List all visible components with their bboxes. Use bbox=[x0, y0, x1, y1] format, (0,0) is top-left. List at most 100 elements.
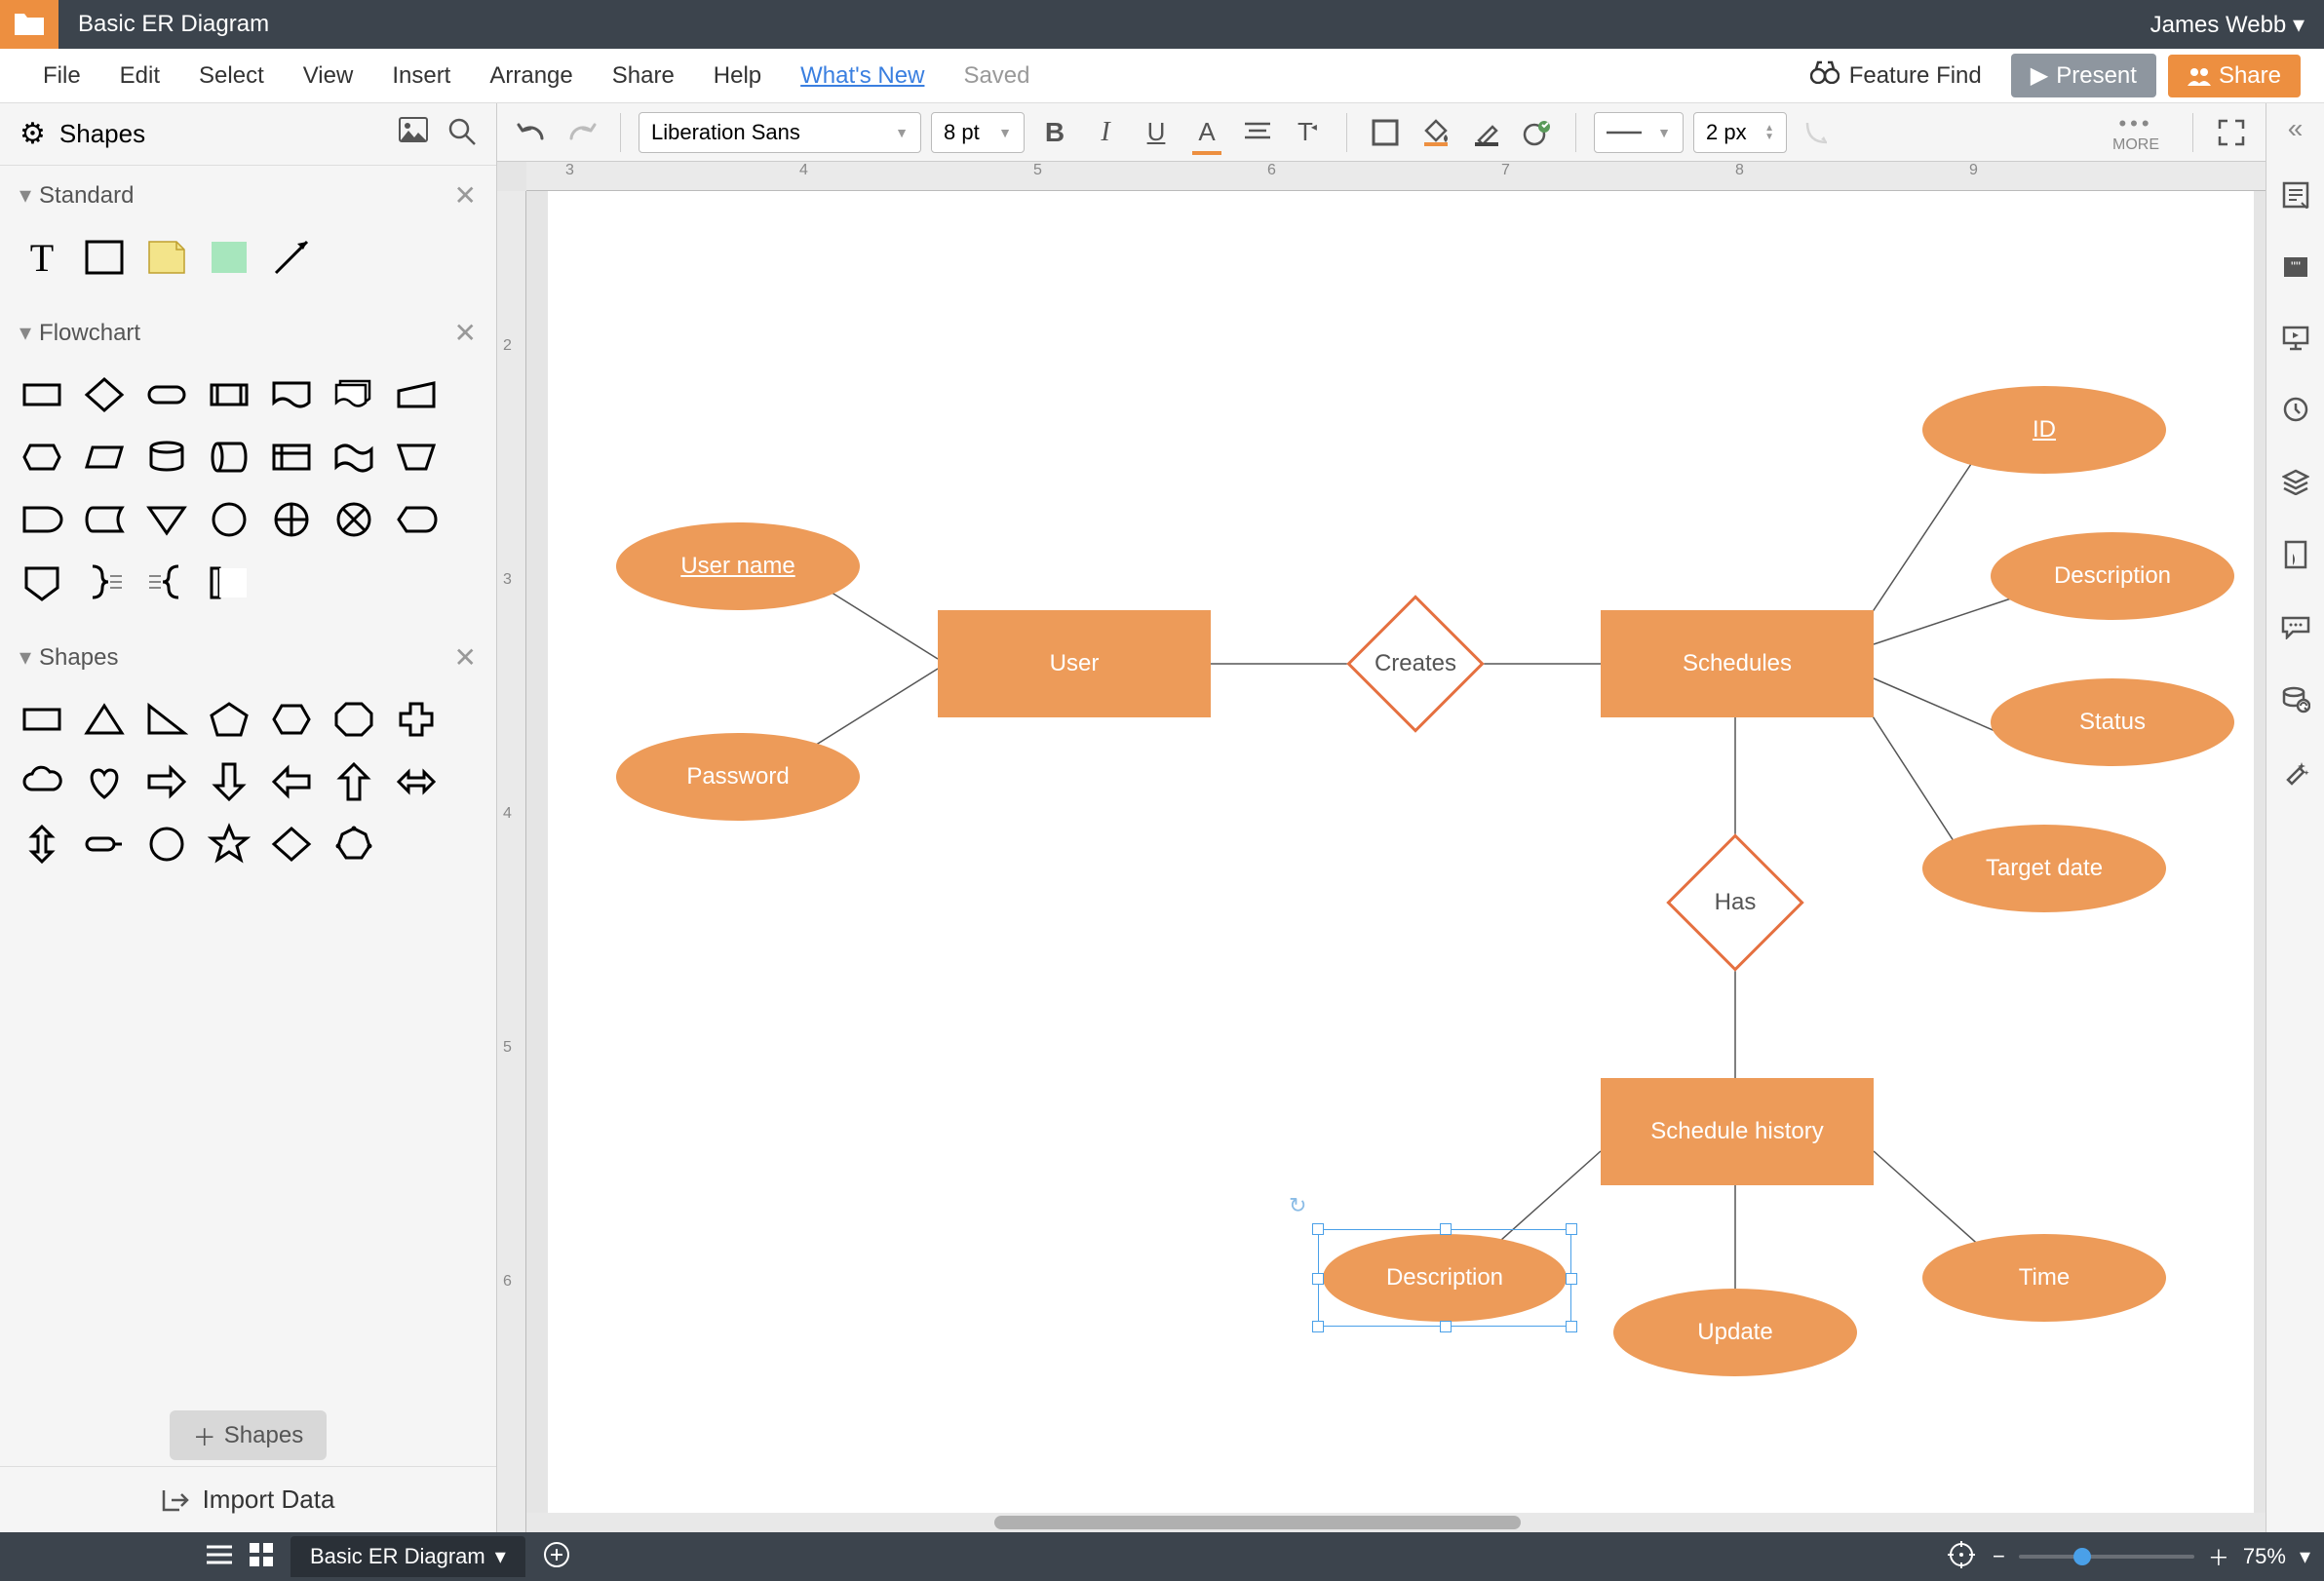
fc-internalstorage[interactable] bbox=[269, 435, 314, 480]
shape-cross[interactable] bbox=[394, 697, 439, 742]
font-color-button[interactable]: A bbox=[1186, 112, 1227, 153]
shape-arrow-left2[interactable] bbox=[269, 759, 314, 804]
align-button[interactable] bbox=[1237, 112, 1278, 153]
layers-icon[interactable] bbox=[2282, 468, 2309, 503]
target-icon[interactable] bbox=[1948, 1541, 1975, 1573]
list-view-icon[interactable] bbox=[207, 1544, 232, 1570]
canvas[interactable]: User Schedules Schedule history Creates … bbox=[548, 191, 2254, 1532]
shape-star[interactable] bbox=[207, 822, 252, 867]
import-data-button[interactable]: Import Data bbox=[0, 1466, 496, 1532]
gear-icon[interactable]: ⚙ bbox=[19, 117, 46, 151]
present-panel-icon[interactable] bbox=[2282, 324, 2309, 359]
line-width-select[interactable]: 2 px▲▼ bbox=[1693, 112, 1787, 153]
bold-button[interactable]: B bbox=[1034, 112, 1075, 153]
hotspot-shape[interactable] bbox=[207, 235, 252, 280]
font-family-select[interactable]: Liberation Sans▼ bbox=[639, 112, 921, 153]
redo-button[interactable] bbox=[562, 112, 602, 153]
fc-connector[interactable] bbox=[207, 497, 252, 542]
attr-target-date[interactable]: Target date bbox=[1922, 825, 2166, 912]
undo-button[interactable] bbox=[511, 112, 552, 153]
fc-merge[interactable] bbox=[144, 497, 189, 542]
shape-arrow-ud[interactable] bbox=[19, 822, 64, 867]
fc-or[interactable] bbox=[269, 497, 314, 542]
doc-title[interactable]: Basic ER Diagram bbox=[58, 11, 2150, 38]
close-icon[interactable]: ✕ bbox=[454, 641, 477, 674]
fc-offpage[interactable] bbox=[19, 559, 64, 604]
fc-document[interactable] bbox=[269, 372, 314, 417]
shape-arrow-right[interactable] bbox=[144, 759, 189, 804]
theme-icon[interactable] bbox=[2283, 540, 2308, 577]
arrow-shape[interactable] bbox=[269, 235, 314, 280]
menu-share[interactable]: Share bbox=[593, 62, 694, 90]
shape-diamond[interactable] bbox=[269, 822, 314, 867]
zoom-out-icon[interactable]: − bbox=[1993, 1544, 2005, 1569]
fc-swimlane[interactable] bbox=[207, 559, 252, 604]
close-icon[interactable]: ✕ bbox=[454, 317, 477, 349]
grid-view-icon[interactable] bbox=[250, 1543, 273, 1571]
feature-find[interactable]: Feature Find bbox=[1793, 60, 1999, 91]
fc-terminator[interactable] bbox=[144, 372, 189, 417]
ai-icon[interactable] bbox=[2282, 758, 2309, 793]
menu-arrange[interactable]: Arrange bbox=[470, 62, 592, 90]
comments-icon[interactable] bbox=[2282, 181, 2309, 216]
panel-standard[interactable]: ▾Standard ✕ bbox=[0, 166, 496, 225]
page-tab[interactable]: Basic ER Diagram ▾ bbox=[290, 1536, 525, 1577]
fullscreen-button[interactable] bbox=[2211, 112, 2252, 153]
history-icon[interactable] bbox=[2282, 396, 2309, 431]
horizontal-scrollbar[interactable] bbox=[526, 1513, 2266, 1532]
fc-data[interactable] bbox=[82, 435, 127, 480]
attr-status[interactable]: Status bbox=[1991, 678, 2234, 766]
canvas-area[interactable]: 3 4 5 6 7 8 9 2 3 4 5 6 bbox=[497, 162, 2266, 1532]
fc-manualop[interactable] bbox=[394, 435, 439, 480]
selection-box[interactable] bbox=[1318, 1229, 1571, 1327]
italic-button[interactable]: I bbox=[1085, 112, 1126, 153]
attr-description[interactable]: Description bbox=[1991, 532, 2234, 620]
share-button[interactable]: Share bbox=[2168, 55, 2301, 97]
panel-shapes[interactable]: ▾Shapes ✕ bbox=[0, 628, 496, 687]
user-menu[interactable]: James Webb ▾ bbox=[2150, 11, 2324, 39]
text-shape[interactable]: T bbox=[19, 235, 64, 280]
shape-octagon[interactable] bbox=[331, 697, 376, 742]
menu-edit[interactable]: Edit bbox=[100, 62, 179, 90]
fc-preparation[interactable] bbox=[19, 435, 64, 480]
fc-directdata[interactable] bbox=[207, 435, 252, 480]
text-options-button[interactable]: T◂ bbox=[1288, 112, 1329, 153]
shape-pentagon[interactable] bbox=[207, 697, 252, 742]
block-shape[interactable] bbox=[82, 235, 127, 280]
collapse-icon[interactable]: « bbox=[2288, 113, 2304, 144]
shape-arrow-up[interactable] bbox=[331, 759, 376, 804]
shape-callout-rr[interactable] bbox=[82, 822, 127, 867]
border-color-button[interactable] bbox=[1466, 112, 1507, 153]
zoom-control[interactable]: − ＋ 75% ▾ bbox=[1993, 1541, 2310, 1572]
shape-rect[interactable] bbox=[19, 697, 64, 742]
data-link-icon[interactable] bbox=[2281, 684, 2310, 721]
fc-sumjunction[interactable] bbox=[331, 497, 376, 542]
fc-multidoc[interactable] bbox=[331, 372, 376, 417]
shape-triangle[interactable] bbox=[82, 697, 127, 742]
underline-button[interactable]: U bbox=[1136, 112, 1177, 153]
shape-arrow-lr[interactable] bbox=[394, 759, 439, 804]
shape-right-triangle[interactable] bbox=[144, 697, 189, 742]
fc-storeddata[interactable] bbox=[82, 497, 127, 542]
attr-id[interactable]: ID bbox=[1922, 386, 2166, 474]
fill-button[interactable] bbox=[1415, 112, 1456, 153]
shape-cloud[interactable] bbox=[19, 759, 64, 804]
fc-manualinput[interactable] bbox=[394, 372, 439, 417]
entity-user[interactable]: User bbox=[938, 610, 1211, 717]
line-style-select[interactable]: ▼ bbox=[1594, 112, 1684, 153]
fc-delay[interactable] bbox=[19, 497, 64, 542]
rotate-handle-icon[interactable]: ↻ bbox=[1289, 1193, 1306, 1218]
shape-hexagon[interactable] bbox=[269, 697, 314, 742]
fc-bracket-r[interactable] bbox=[82, 559, 127, 604]
image-icon[interactable] bbox=[399, 117, 428, 151]
shape-outline-button[interactable] bbox=[1365, 112, 1406, 153]
note-shape[interactable] bbox=[144, 235, 189, 280]
search-icon[interactable] bbox=[447, 117, 477, 151]
shape-heart[interactable] bbox=[82, 759, 127, 804]
add-shapes-button[interactable]: ＋ Shapes bbox=[170, 1410, 327, 1460]
shape-circle[interactable] bbox=[144, 822, 189, 867]
menu-help[interactable]: Help bbox=[694, 62, 781, 90]
entity-schedule-history[interactable]: Schedule history bbox=[1601, 1078, 1874, 1185]
attr-time[interactable]: Time bbox=[1922, 1234, 2166, 1322]
zoom-slider[interactable] bbox=[2019, 1555, 2194, 1559]
